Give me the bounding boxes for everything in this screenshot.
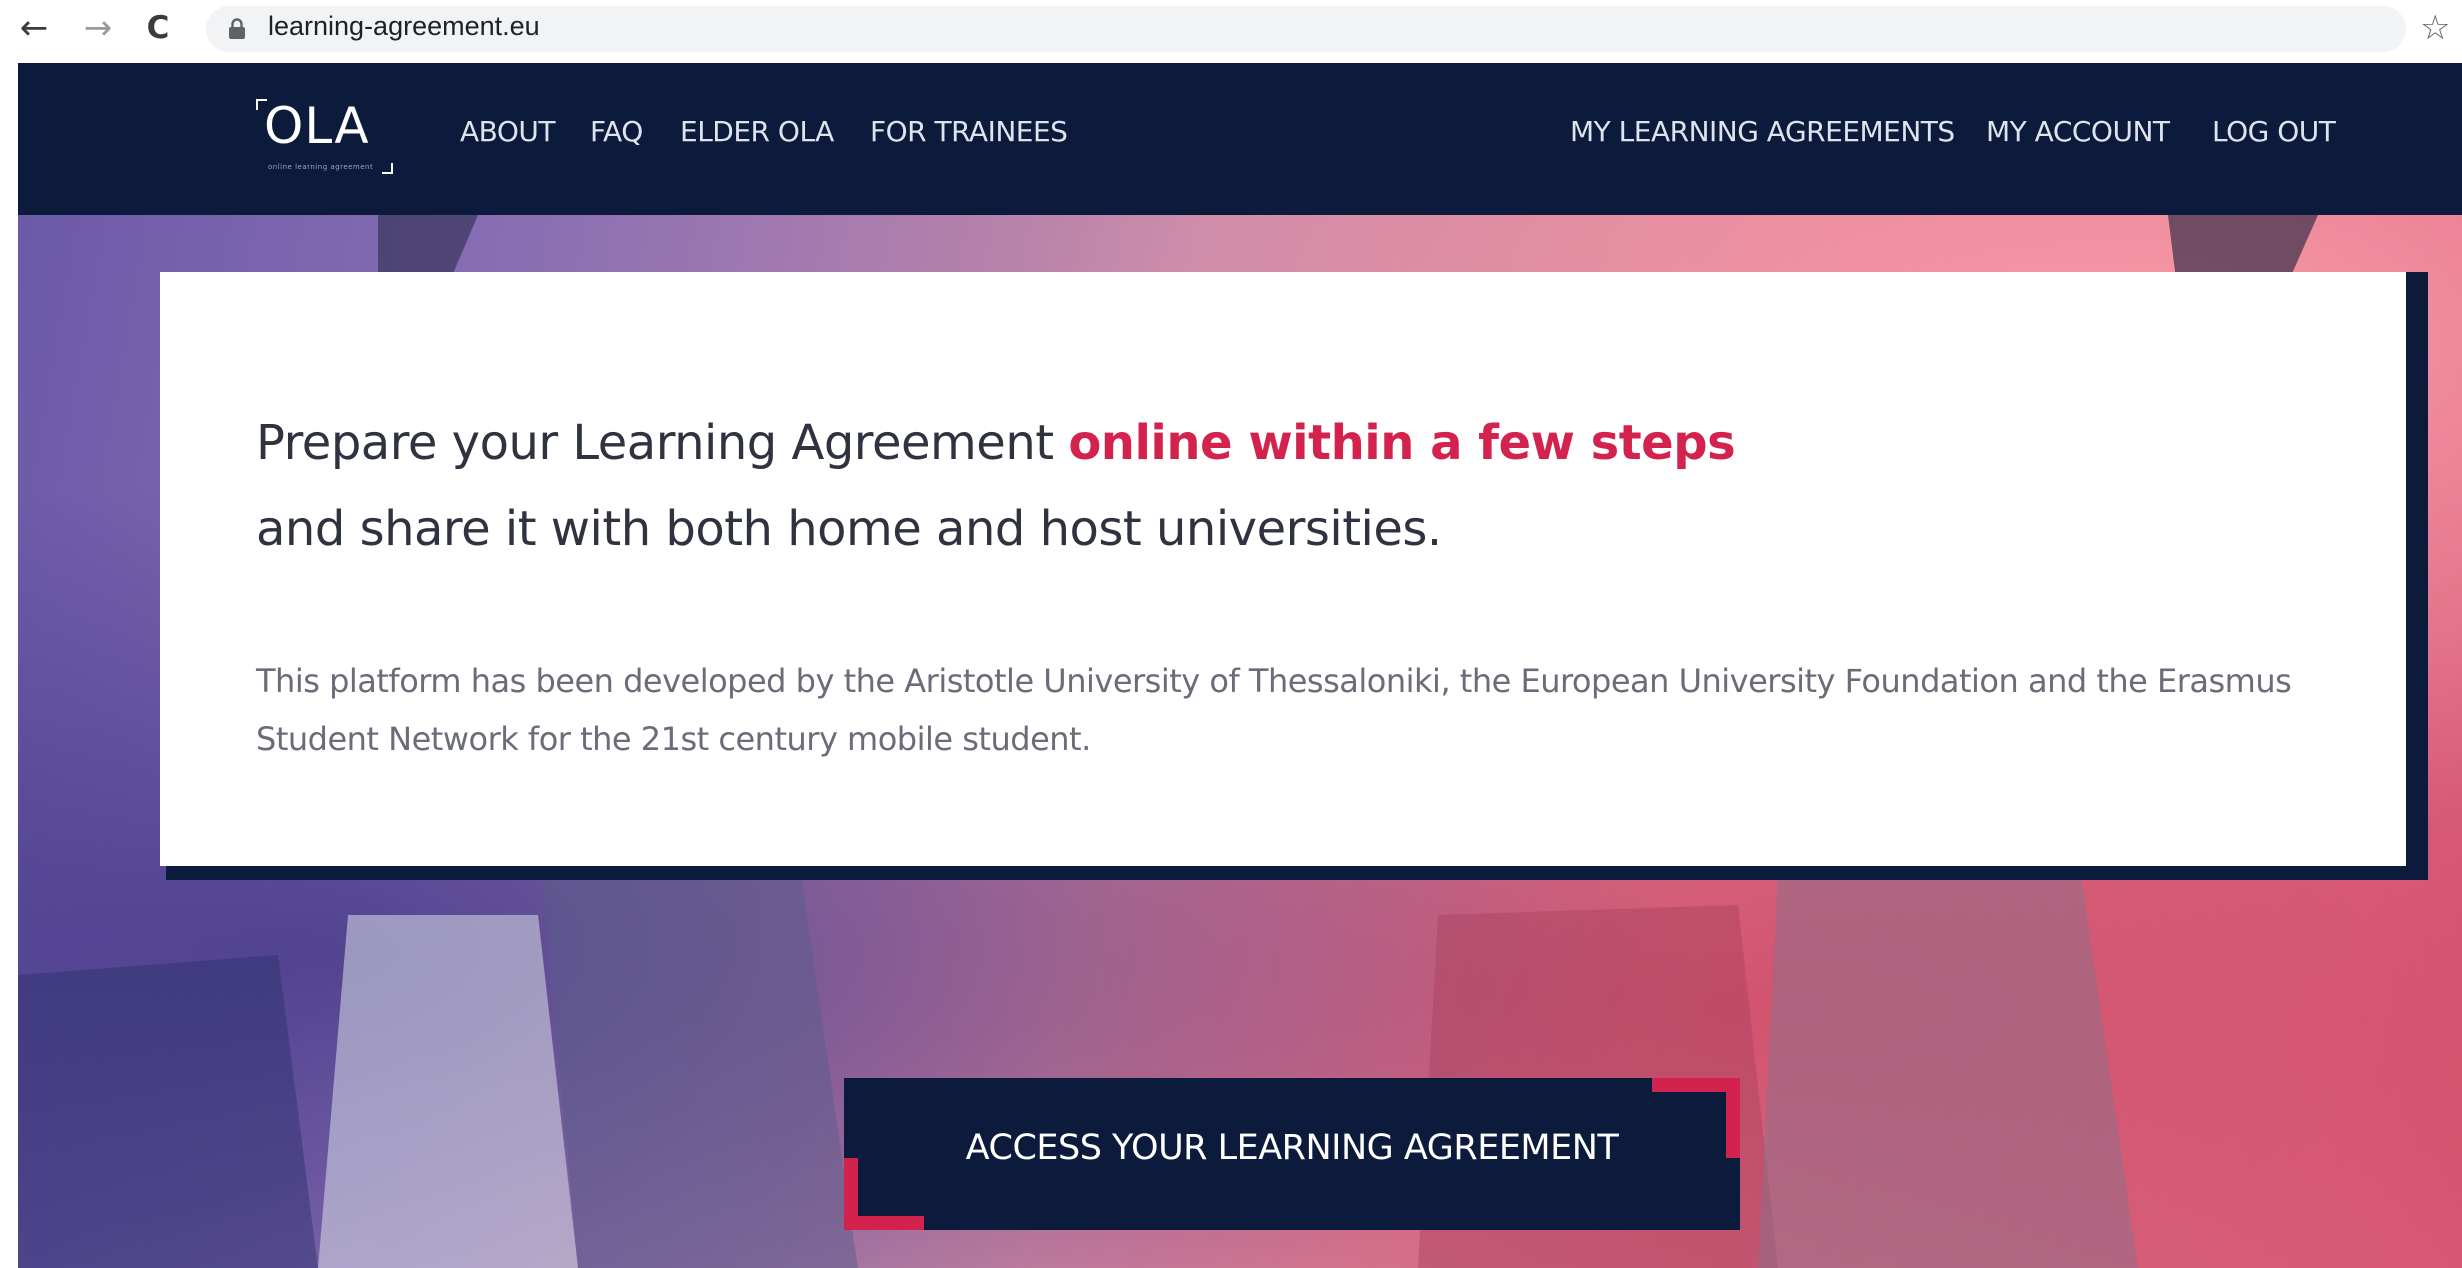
hero-headline: Prepare your Learning Agreement online w… xyxy=(256,400,1736,572)
nav-for-trainees[interactable]: FOR TRAINEES xyxy=(870,115,1068,148)
logo-text: OLA xyxy=(264,97,370,155)
nav-faq[interactable]: FAQ xyxy=(590,115,643,148)
hero-section: Prepare your Learning Agreement online w… xyxy=(18,215,2462,1268)
browser-toolbar: ← → C learning-agreement.eu ☆ xyxy=(0,0,2462,60)
headline-text-start: Prepare your Learning Agreement xyxy=(256,415,1069,471)
nav-elder-ola[interactable]: ELDER OLA xyxy=(680,115,834,148)
nav-my-learning-agreements[interactable]: MY LEARNING AGREEMENTS xyxy=(1570,115,1955,148)
button-bracket-top-right-v xyxy=(1726,1078,1740,1158)
logo-subtext: online learning agreement xyxy=(268,163,374,171)
headline-text-line2: and share it with both home and host uni… xyxy=(256,501,1442,557)
nav-about[interactable]: ABOUT xyxy=(460,115,556,148)
access-button-label: ACCESS YOUR LEARNING AGREEMENT xyxy=(965,1128,1619,1168)
back-arrow-icon[interactable]: ← xyxy=(12,6,56,50)
nav-my-account[interactable]: MY ACCOUNT xyxy=(1986,115,2170,148)
ola-logo[interactable]: OLA online learning agreement xyxy=(250,93,410,203)
lock-icon xyxy=(229,18,245,39)
url-text[interactable]: learning-agreement.eu xyxy=(268,11,540,42)
site-header: OLA online learning agreement ABOUT FAQ … xyxy=(18,63,2462,215)
intro-card: Prepare your Learning Agreement online w… xyxy=(160,272,2406,866)
headline-highlight: online within a few steps xyxy=(1068,415,1736,471)
reload-icon[interactable]: C xyxy=(136,6,180,50)
platform-description: This platform has been developed by the … xyxy=(256,662,2292,758)
bookmark-star-icon[interactable]: ☆ xyxy=(2420,8,2450,48)
forward-arrow-icon[interactable]: → xyxy=(76,6,120,50)
nav-log-out[interactable]: LOG OUT xyxy=(2212,115,2336,148)
logo-corner-bottom-right xyxy=(382,163,393,174)
access-learning-agreement-button[interactable]: ACCESS YOUR LEARNING AGREEMENT xyxy=(844,1078,1740,1230)
button-bracket-bottom-left-h xyxy=(844,1216,924,1230)
